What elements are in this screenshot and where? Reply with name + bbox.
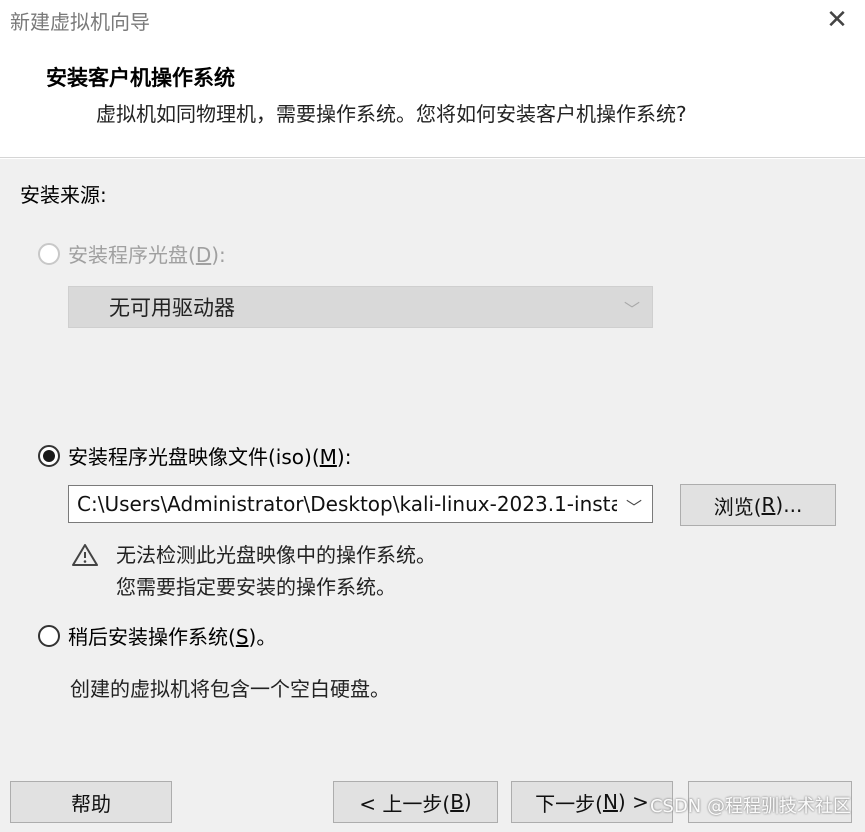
wizard-header: 安装客户机操作系统 虚拟机如同物理机，需要操作系统。您将如何安装客户机操作系统?	[0, 40, 865, 158]
help-button[interactable]: 帮助	[10, 781, 172, 823]
radio-iso-file[interactable]: 安装程序光盘映像文件(iso)(M):	[38, 441, 351, 470]
close-icon: ✕	[826, 5, 848, 35]
radio-indicator	[38, 444, 60, 467]
chevron-down-icon[interactable]: ﹀	[626, 494, 642, 518]
next-button[interactable]: 下一步(N) >	[511, 781, 673, 823]
warning-text-line1: 无法检测此光盘映像中的操作系统。	[116, 543, 436, 567]
page-title: 安装客户机操作系统	[46, 66, 235, 90]
watermark: CSDN @程程驯技术社区	[649, 796, 851, 817]
radio-install-later-label: 稍后安装操作系统(S)。	[68, 625, 277, 649]
warning-text-line2: 您需要指定要安装的操作系统。	[116, 575, 396, 599]
iso-path-combo[interactable]: C:\Users\Administrator\Desktop\kali-linu…	[68, 485, 653, 523]
radio-indicator	[38, 242, 60, 265]
browse-button[interactable]: 浏览(R)...	[680, 484, 836, 526]
close-button[interactable]: ✕	[819, 2, 855, 38]
title-bar: 新建虚拟机向导 ✕	[0, 0, 865, 40]
iso-path-input[interactable]: C:\Users\Administrator\Desktop\kali-linu…	[77, 492, 617, 516]
back-button[interactable]: < 上一步(B)	[333, 781, 498, 823]
wizard-body: 安装来源: 安装程序光盘(D): 无可用驱动器 ﹀ 安装程序光盘映像文件(iso…	[0, 159, 865, 832]
window-title: 新建虚拟机向导	[10, 10, 150, 34]
warning-icon	[72, 544, 98, 566]
radio-indicator	[38, 624, 60, 647]
radio-install-later[interactable]: 稍后安装操作系统(S)。	[38, 621, 276, 650]
drive-select[interactable]: 无可用驱动器 ﹀	[68, 286, 653, 328]
page-subtitle: 虚拟机如同物理机，需要操作系统。您将如何安装客户机操作系统?	[96, 102, 687, 126]
install-later-description: 创建的虚拟机将包含一个空白硬盘。	[70, 677, 390, 701]
chevron-down-icon: ﹀	[623, 300, 640, 319]
radio-installer-disc-label: 安装程序光盘(D):	[68, 243, 226, 267]
install-source-label: 安装来源:	[20, 183, 107, 207]
drive-select-value: 无可用驱动器	[109, 296, 235, 320]
radio-iso-file-label: 安装程序光盘映像文件(iso)(M):	[68, 445, 352, 469]
radio-installer-disc[interactable]: 安装程序光盘(D):	[38, 239, 226, 268]
